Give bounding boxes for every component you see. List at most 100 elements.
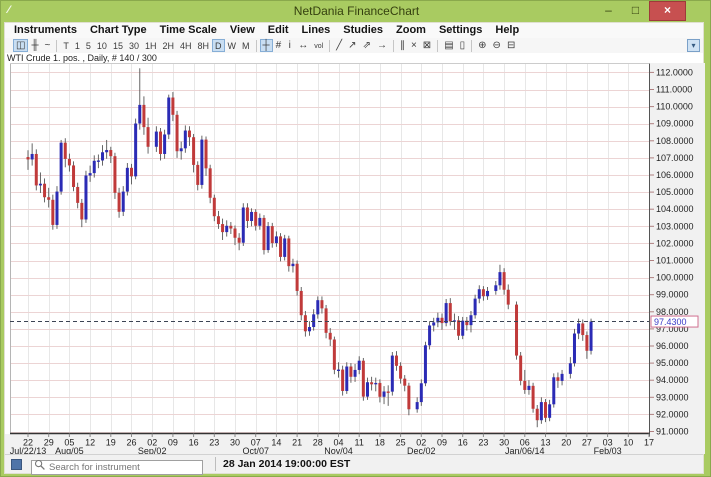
parallel-lines-button[interactable]: ∥	[397, 39, 408, 52]
menu-item-settings[interactable]: Settings	[439, 23, 482, 38]
delete-line-button[interactable]: ×	[408, 39, 420, 52]
svg-text:98.0000: 98.0000	[656, 307, 689, 317]
menu-item-time-scale[interactable]: Time Scale	[160, 23, 217, 38]
svg-text:97.4300: 97.4300	[654, 317, 687, 327]
close-button[interactable]: ×	[649, 1, 686, 21]
toolbar-separator	[437, 40, 438, 52]
title-bar[interactable]: ⁄⁄ NetDania FinanceChart – □ ×	[1, 1, 711, 22]
toolbar-separator	[471, 40, 472, 52]
svg-text:26: 26	[126, 438, 136, 448]
toolbar-separator	[393, 40, 394, 52]
candlestick-chart[interactable]: 91.000092.000093.000094.000095.000096.00…	[5, 63, 703, 454]
menu-item-instruments[interactable]: Instruments	[14, 23, 77, 38]
svg-text:25: 25	[396, 438, 406, 448]
toolbar-separator	[256, 40, 257, 52]
timescale-1h-button[interactable]: 1H	[142, 39, 160, 52]
menu-item-edit[interactable]: Edit	[268, 23, 289, 38]
short-line-button[interactable]: →	[374, 39, 390, 52]
svg-text:Oct/07: Oct/07	[242, 446, 269, 454]
info-button[interactable]: i	[284, 39, 295, 52]
maximize-button[interactable]: □	[622, 1, 649, 21]
toolbar-panel-button[interactable]: ▾	[687, 39, 700, 52]
search-icon	[34, 459, 46, 471]
svg-text:Sep/02: Sep/02	[138, 446, 167, 454]
svg-text:28: 28	[313, 438, 323, 448]
svg-text:107.0000: 107.0000	[656, 153, 694, 163]
svg-text:109.0000: 109.0000	[656, 119, 694, 129]
timescale-30m-button[interactable]: 30	[126, 39, 142, 52]
delete-all-lines-button[interactable]: ⊠	[420, 39, 434, 52]
chart-svg: 91.000092.000093.000094.000095.000096.00…	[5, 63, 705, 454]
svg-text:102.0000: 102.0000	[656, 238, 694, 248]
svg-text:99.0000: 99.0000	[656, 290, 689, 300]
fit-vertical-button[interactable]: ⊟	[504, 39, 518, 52]
svg-text:91.0000: 91.0000	[656, 427, 689, 437]
print-button[interactable]: ▤	[441, 39, 456, 52]
channel-lines-button[interactable]: ⇗	[360, 39, 374, 52]
svg-text:11: 11	[355, 438, 364, 448]
menu-item-studies[interactable]: Studies	[343, 23, 383, 38]
svg-text:106.0000: 106.0000	[656, 170, 694, 180]
export-image-button[interactable]: ▯	[457, 39, 469, 52]
timescale-tick-button[interactable]: T	[60, 39, 72, 52]
svg-text:93.0000: 93.0000	[656, 392, 689, 402]
timescale-15m-button[interactable]: 15	[110, 39, 126, 52]
svg-text:23: 23	[478, 438, 488, 448]
svg-text:105.0000: 105.0000	[656, 187, 694, 197]
svg-text:23: 23	[209, 438, 219, 448]
line-chart-button[interactable]: ~	[42, 39, 54, 52]
menu-item-help[interactable]: Help	[495, 23, 519, 38]
timescale-2h-button[interactable]: 2H	[159, 39, 177, 52]
svg-text:30: 30	[230, 438, 240, 448]
grid-button[interactable]: #	[273, 39, 285, 52]
crosshair-button[interactable]: ┼	[260, 39, 273, 52]
svg-text:09: 09	[168, 438, 178, 448]
app-window: ⁄⁄ NetDania FinanceChart – □ × Instrumen…	[0, 0, 711, 477]
timescale-1m-button[interactable]: 1	[72, 39, 83, 52]
svg-text:92.0000: 92.0000	[656, 409, 689, 419]
trendline-button[interactable]: ╱	[333, 39, 345, 52]
toolbar-separator	[56, 40, 57, 52]
svg-text:Feb/03: Feb/03	[594, 446, 622, 454]
svg-text:12: 12	[85, 438, 95, 448]
scroll-mode-button[interactable]: ↔	[295, 39, 311, 52]
zoom-out-button[interactable]: ⊖	[490, 39, 504, 52]
zoom-in-button[interactable]: ⊕	[475, 39, 489, 52]
timescale-daily-button[interactable]: D	[212, 39, 225, 52]
svg-text:27: 27	[582, 438, 592, 448]
workspace-color-icon[interactable]	[11, 459, 22, 470]
svg-text:101.0000: 101.0000	[656, 256, 694, 266]
svg-text:Jan/06/14: Jan/06/14	[505, 446, 545, 454]
timescale-monthly-button[interactable]: M	[239, 39, 253, 52]
svg-text:20: 20	[561, 438, 571, 448]
candlestick-chart-button[interactable]: ◫	[13, 39, 28, 52]
ray-line-button[interactable]: ↗	[345, 39, 359, 52]
statusbar-separator	[215, 457, 216, 471]
timescale-8h-button[interactable]: 8H	[195, 39, 213, 52]
timescale-weekly-button[interactable]: W	[225, 39, 240, 52]
svg-text:108.0000: 108.0000	[656, 136, 694, 146]
svg-text:103.0000: 103.0000	[656, 221, 694, 231]
minimize-button[interactable]: –	[595, 1, 622, 21]
svg-text:16: 16	[458, 438, 468, 448]
menu-item-chart-type[interactable]: Chart Type	[90, 23, 147, 38]
menu-item-lines[interactable]: Lines	[302, 23, 331, 38]
timescale-10m-button[interactable]: 10	[94, 39, 110, 52]
bar-chart-button[interactable]: ╫	[28, 39, 41, 52]
timescale-4h-button[interactable]: 4H	[177, 39, 195, 52]
svg-text:17: 17	[644, 438, 654, 448]
svg-text:10: 10	[623, 438, 633, 448]
search-input[interactable]	[31, 460, 203, 475]
menu-item-view[interactable]: View	[230, 23, 255, 38]
svg-text:96.0000: 96.0000	[656, 341, 689, 351]
timescale-5m-button[interactable]: 5	[83, 39, 94, 52]
instrument-search-box	[31, 457, 203, 472]
svg-text:111.0000: 111.0000	[656, 85, 692, 95]
last-price-label: 97.4300	[651, 316, 698, 327]
window-content: Instruments Chart Type Time Scale View Edit L…	[4, 22, 704, 474]
menu-item-zoom[interactable]: Zoom	[396, 23, 426, 38]
volume-button[interactable]: vol	[311, 39, 326, 52]
svg-text:95.0000: 95.0000	[656, 358, 689, 368]
toolbar: ◫╫~T151015301H2H4H8HDWM┼#i↔vol╱↗⇗→∥×⊠▤▯⊕…	[5, 38, 703, 53]
svg-text:21: 21	[292, 438, 302, 448]
